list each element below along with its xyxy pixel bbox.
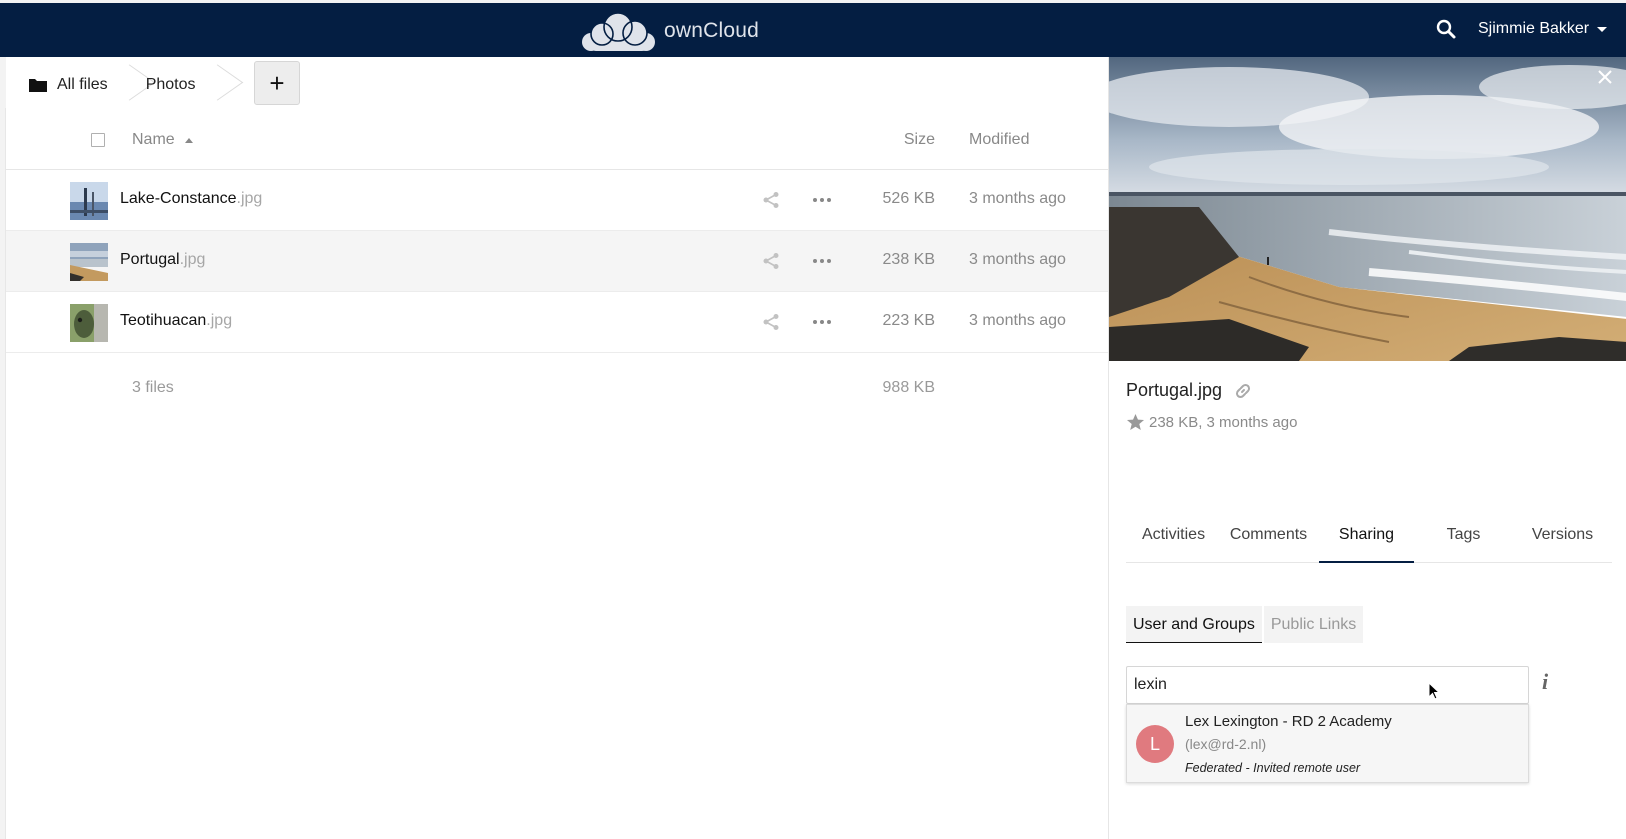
share-with-input[interactable] xyxy=(1126,666,1529,704)
tab-tags[interactable]: Tags xyxy=(1416,521,1511,563)
tab-activities[interactable]: Activities xyxy=(1126,521,1221,563)
file-modified: 3 months ago xyxy=(969,190,1066,207)
caret-down-icon xyxy=(1597,26,1608,32)
file-list-summary: 3 files 988 KB xyxy=(6,353,1108,423)
search-icon xyxy=(1436,19,1456,39)
sidebar-filename: Portugal.jpg xyxy=(1126,380,1252,401)
folder-icon xyxy=(29,79,47,92)
more-actions-icon[interactable] xyxy=(812,191,832,209)
file-extension: .jpg xyxy=(179,251,206,268)
breadcrumb-label: Photos xyxy=(145,76,196,93)
breadcrumb-label: All files xyxy=(57,76,108,93)
suggestion-email: (lex@rd-2.nl) xyxy=(1185,736,1267,752)
breadcrumb: All files Photos xyxy=(6,57,1106,113)
summary-total-size: 988 KB xyxy=(882,379,935,396)
file-name[interactable]: Teotihuacan.jpg xyxy=(120,312,232,330)
sidebar-meta-text: 238 KB, 3 months ago xyxy=(1149,413,1298,431)
mouse-cursor-icon xyxy=(1428,682,1440,700)
sharing-subtabs: User and Groups Public Links xyxy=(1126,606,1364,643)
file-thumbnail[interactable] xyxy=(70,243,108,281)
share-icon[interactable] xyxy=(762,313,780,331)
breadcrumb-all-files[interactable]: All files xyxy=(6,57,108,113)
link-icon[interactable] xyxy=(1234,382,1252,400)
share-icon[interactable] xyxy=(762,252,780,270)
file-row-portugal[interactable]: Portugal.jpg 238 KB 3 months ago xyxy=(6,231,1108,292)
more-actions-icon[interactable] xyxy=(812,313,832,331)
select-all-checkbox[interactable] xyxy=(91,133,105,147)
file-basename: Lake-Constance xyxy=(120,190,237,207)
owncloud-logo[interactable]: ownCloud xyxy=(580,9,759,53)
tab-sharing[interactable]: Sharing xyxy=(1319,521,1414,563)
sidebar-tabs: Activities Comments Sharing Tags Version… xyxy=(1126,521,1612,563)
file-thumbnail[interactable] xyxy=(70,182,108,220)
file-basename: Teotihuacan xyxy=(120,312,207,329)
sidebar-filename-text: Portugal.jpg xyxy=(1126,380,1223,400)
file-size: 526 KB xyxy=(882,190,935,207)
breadcrumb-separator xyxy=(120,57,134,113)
user-menu[interactable]: Sjimmie Bakker xyxy=(1478,20,1608,38)
file-list-header: Name Size Modified xyxy=(6,113,1108,170)
top-header: ownCloud Sjimmie Bakker xyxy=(0,0,1626,57)
subtab-public-links[interactable]: Public Links xyxy=(1263,606,1364,643)
column-name-label: Name xyxy=(132,131,175,148)
more-actions-icon[interactable] xyxy=(812,252,832,270)
user-name: Sjimmie Bakker xyxy=(1478,20,1590,37)
file-row-teotihuacan[interactable]: Teotihuacan.jpg 223 KB 3 months ago xyxy=(6,292,1108,353)
file-size: 223 KB xyxy=(882,312,935,329)
autocomplete-suggestion[interactable]: L Lex Lexington - RD 2 Academy (lex@rd-2… xyxy=(1126,704,1529,783)
file-modified: 3 months ago xyxy=(969,312,1066,329)
share-icon[interactable] xyxy=(762,191,780,209)
column-modified-sort[interactable]: Modified xyxy=(969,131,1029,149)
file-row-lake-constance[interactable]: Lake-Constance.jpg 526 KB 3 months ago xyxy=(6,170,1108,231)
tab-comments[interactable]: Comments xyxy=(1221,521,1316,563)
column-size-sort[interactable]: Size xyxy=(904,131,935,149)
breadcrumb-photos[interactable]: Photos xyxy=(146,57,196,113)
star-icon[interactable] xyxy=(1126,413,1145,431)
file-extension: .jpg xyxy=(206,312,233,329)
search-button[interactable] xyxy=(1434,17,1460,43)
file-thumbnail[interactable] xyxy=(70,304,108,342)
breadcrumb-separator xyxy=(208,57,222,113)
cloud-logo-icon xyxy=(582,12,655,51)
file-name[interactable]: Lake-Constance.jpg xyxy=(120,190,262,208)
file-list: Name Size Modified Lake-Constance.jpg 52… xyxy=(6,113,1108,423)
sort-ascending-icon xyxy=(184,137,193,143)
summary-file-count: 3 files xyxy=(132,379,174,396)
tab-versions[interactable]: Versions xyxy=(1513,521,1612,563)
file-size: 238 KB xyxy=(882,251,935,268)
preview-image xyxy=(1109,57,1626,361)
app-name: ownCloud xyxy=(664,19,759,42)
file-basename: Portugal xyxy=(120,251,180,268)
details-sidebar: Portugal.jpg 238 KB, 3 months ago Activi… xyxy=(1108,57,1626,839)
new-file-button[interactable]: + xyxy=(254,61,300,105)
subtab-user-and-groups[interactable]: User and Groups xyxy=(1126,606,1262,643)
file-name[interactable]: Portugal.jpg xyxy=(120,251,205,269)
file-modified: 3 months ago xyxy=(969,251,1066,268)
info-icon[interactable]: i xyxy=(1542,669,1548,695)
suggestion-type: Federated - Invited remote user xyxy=(1185,761,1361,775)
file-extension: .jpg xyxy=(236,190,263,207)
sidebar-meta: 238 KB, 3 months ago xyxy=(1126,413,1297,431)
suggestion-name: Lex Lexington - RD 2 Academy xyxy=(1185,713,1392,730)
column-name-sort[interactable]: Name xyxy=(132,131,193,149)
avatar: L xyxy=(1136,725,1174,763)
close-icon[interactable] xyxy=(1597,69,1613,85)
image-preview xyxy=(1109,57,1626,361)
